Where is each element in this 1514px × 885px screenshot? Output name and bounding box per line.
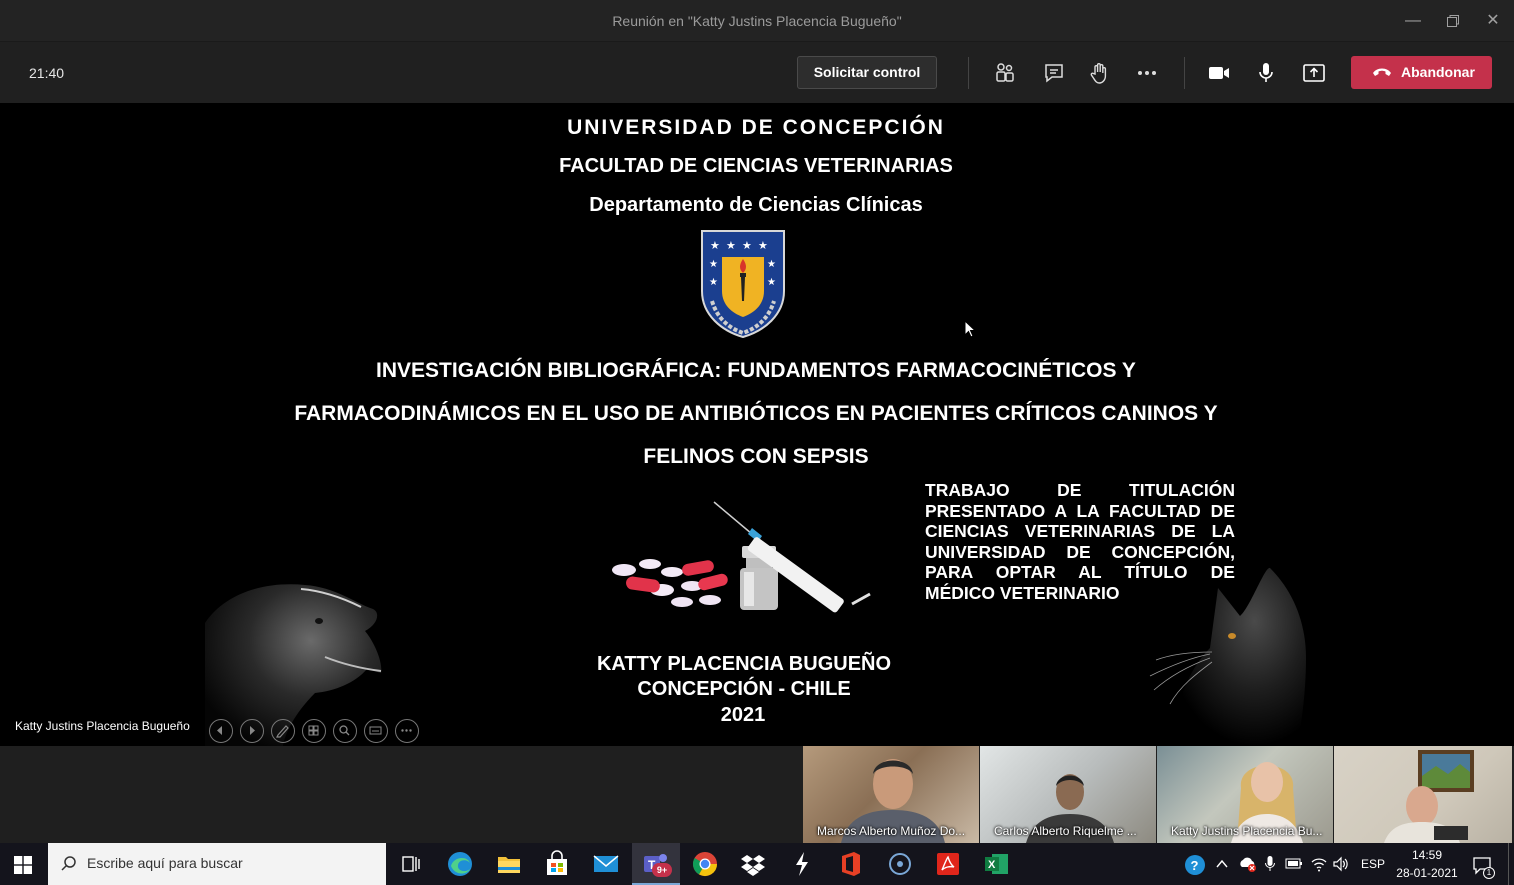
slide-location: CONCEPCIÓN - CHILE [637, 678, 851, 700]
more-options-icon[interactable] [1133, 59, 1161, 87]
participant-avatar [1384, 786, 1468, 843]
participant-name: Carlos Alberto Riquelme ... [994, 824, 1137, 838]
university-crest-icon: ★ ★ ★ ★ ★ ★ ★ ★ [701, 230, 785, 339]
slide-title-line2: FARMACODINÁMICOS EN EL USO DE ANTIBIÓTIC… [294, 402, 1218, 425]
office-icon[interactable] [836, 849, 866, 879]
volume-icon[interactable] [1332, 855, 1350, 873]
cat-photo [1149, 567, 1306, 746]
participant-name: Katty Justins Placencia Bu... [1171, 824, 1323, 838]
slideshow-controls [209, 719, 419, 743]
wifi-icon[interactable] [1310, 855, 1328, 873]
microphone-icon[interactable] [1252, 59, 1280, 87]
edge-browser-icon[interactable] [445, 849, 475, 879]
taskbar-search-input[interactable]: Escribe aquí para buscar [48, 843, 386, 885]
slide-author: KATTY PLACENCIA BUGUEÑO [596, 653, 892, 675]
restore-icon[interactable] [1435, 8, 1471, 34]
participant-video[interactable]: Carlos Alberto Riquelme ... [980, 746, 1156, 843]
participant-name: Marcos Alberto Muñoz Do... [817, 824, 966, 838]
slide-university: UNIVERSIDAD DE CONCEPCIÓN [567, 116, 945, 139]
previous-slide-icon[interactable] [209, 719, 233, 743]
svg-text:★: ★ [710, 239, 720, 252]
pen-icon[interactable] [271, 719, 295, 743]
hang-up-icon [1373, 68, 1391, 76]
search-icon [61, 856, 76, 871]
thesis-line: CIENCIAS VETERINARIAS DE LA [925, 521, 1235, 542]
participants-icon[interactable] [991, 59, 1019, 87]
dropbox-icon[interactable] [738, 849, 768, 879]
battery-icon[interactable] [1285, 857, 1303, 871]
close-icon[interactable]: ✕ [1475, 8, 1511, 34]
excel-icon[interactable]: X [982, 849, 1012, 879]
cortana-icon[interactable] [885, 849, 915, 879]
svg-text:★: ★ [742, 239, 752, 252]
task-view-icon[interactable] [396, 849, 426, 879]
mouse-cursor-icon [964, 320, 976, 338]
minimize-icon[interactable]: — [1395, 8, 1431, 34]
request-control-button[interactable]: Solicitar control [797, 56, 937, 89]
participant-video[interactable]: Katty Justins Placencia Bu... [1157, 746, 1333, 843]
slide-faculty: FACULTAD DE CIENCIAS VETERINARIAS [559, 155, 953, 177]
slide-year: 2021 [720, 704, 766, 726]
svg-text:?: ? [1191, 858, 1199, 873]
zoom-icon[interactable] [333, 719, 357, 743]
energy-app-icon[interactable] [787, 849, 817, 879]
slide-title-line1: INVESTIGACIÓN BIBLIOGRÁFICA: FUNDAMENTOS… [376, 359, 1136, 382]
meeting-toolbar: 21:40 Solicitar control Abandonar [0, 42, 1514, 103]
participant-strip: Marcos Alberto Muñoz Do... Carlos Albert… [0, 746, 1514, 843]
teams-notification-badge: 9+ [652, 863, 672, 877]
chrome-icon[interactable] [690, 849, 720, 879]
windows-taskbar: Escribe aquí para buscar T 9+ X ? ESP 14… [0, 843, 1514, 885]
chat-icon[interactable] [1040, 59, 1068, 87]
share-screen-icon[interactable] [1300, 59, 1328, 87]
leave-meeting-button[interactable]: Abandonar [1351, 56, 1492, 89]
all-slides-icon[interactable] [302, 719, 326, 743]
microsoft-store-icon[interactable] [542, 849, 572, 879]
thesis-line: PRESENTADO A LA FACULTAD DE [925, 500, 1235, 521]
participant-video[interactable] [1334, 746, 1512, 843]
file-explorer-icon[interactable] [494, 849, 524, 879]
search-placeholder: Escribe aquí para buscar [87, 855, 243, 871]
svg-text:★: ★ [758, 239, 768, 252]
window-title: Reunión en "Katty Justins Placencia Bugu… [612, 13, 902, 29]
subtitles-icon[interactable] [364, 719, 388, 743]
toolbar-divider [1184, 57, 1185, 89]
toolbar-divider [968, 57, 969, 89]
show-desktop-divider[interactable] [1508, 843, 1509, 885]
raise-hand-icon[interactable] [1086, 59, 1114, 87]
window-titlebar: Reunión en "Katty Justins Placencia Bugu… [0, 0, 1514, 42]
camera-icon[interactable] [1205, 59, 1233, 87]
next-slide-icon[interactable] [240, 719, 264, 743]
svg-text:★: ★ [767, 259, 776, 270]
thesis-line: TRABAJO DE TITULACIÓN [925, 480, 1235, 500]
medicine-illustration [612, 501, 871, 613]
svg-text:★: ★ [709, 259, 718, 270]
presenter-label: Katty Justins Placencia Bugueño [15, 719, 190, 733]
chevron-up-icon[interactable] [1215, 857, 1229, 871]
leave-label: Abandonar [1401, 64, 1475, 80]
taskbar-date[interactable]: 28-01-2021 [1394, 866, 1460, 880]
acrobat-reader-icon[interactable] [933, 849, 963, 879]
help-icon[interactable]: ? [1184, 854, 1206, 876]
mail-icon[interactable] [591, 849, 621, 879]
slideshow-more-icon[interactable] [395, 719, 419, 743]
shared-screen: UNIVERSIDAD DE CONCEPCIÓN FACULTAD DE CI… [0, 103, 1514, 746]
svg-text:★: ★ [726, 239, 736, 252]
taskbar-time[interactable]: 14:59 [1394, 848, 1460, 862]
svg-text:★: ★ [709, 277, 718, 288]
svg-text:X: X [988, 859, 996, 871]
svg-text:★: ★ [767, 277, 776, 288]
meeting-timer: 21:40 [29, 65, 65, 81]
input-language[interactable]: ESP [1361, 857, 1385, 871]
slide-title-line3: FELINOS CON SEPSIS [643, 445, 869, 468]
participant-video[interactable]: Marcos Alberto Muñoz Do... [803, 746, 979, 843]
windows-start-icon[interactable] [14, 856, 32, 874]
tray-microphone-icon[interactable] [1264, 855, 1276, 873]
notification-count-badge: 1 [1483, 867, 1495, 879]
slide-department: Departamento de Ciencias Clínicas [589, 194, 923, 216]
cloud-sync-error-icon[interactable] [1238, 855, 1258, 873]
